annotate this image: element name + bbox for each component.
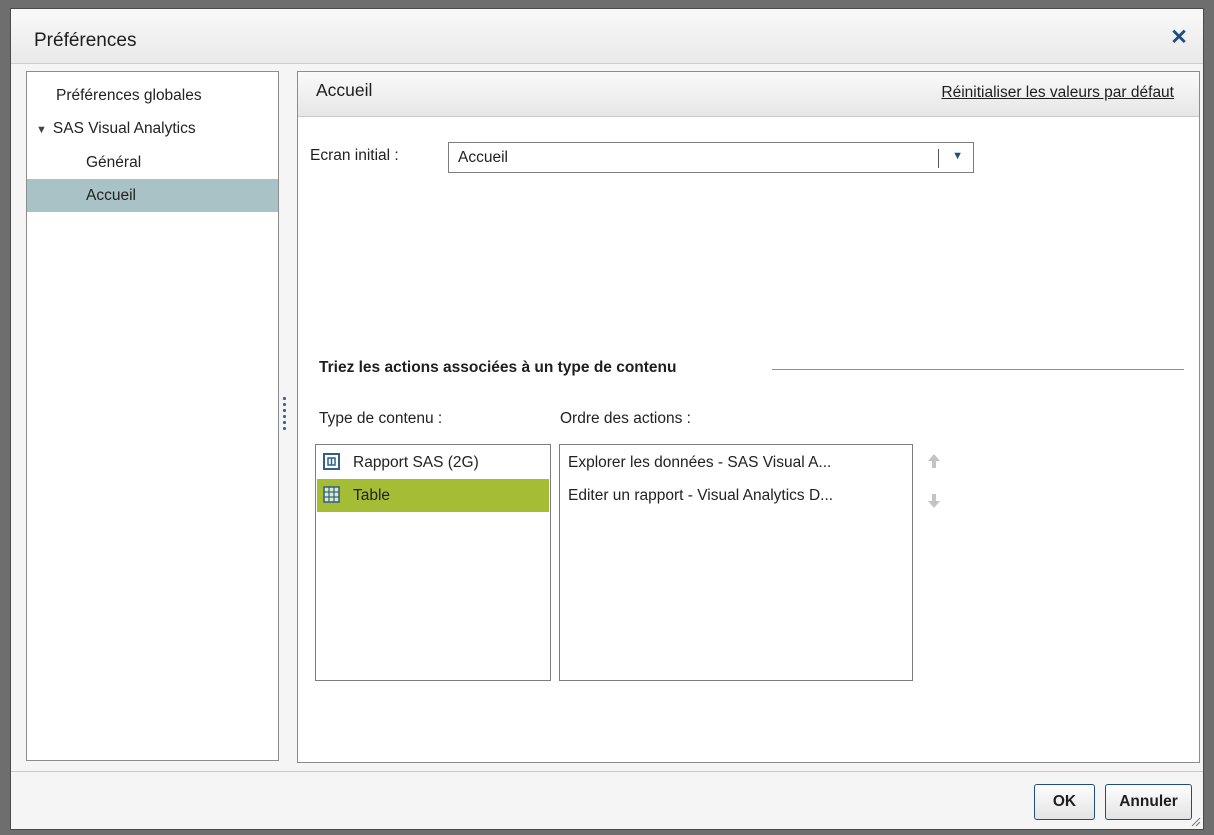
- list-item-label: Explorer les données - SAS Visual A...: [568, 454, 832, 471]
- combo-separator: [938, 149, 939, 168]
- initial-screen-select[interactable]: Accueil ▼: [448, 142, 974, 173]
- footer-divider: [11, 771, 1203, 772]
- cancel-button[interactable]: Annuler: [1105, 784, 1192, 820]
- section-title: Accueil: [316, 80, 373, 100]
- content-type-list[interactable]: Rapport SAS (2G) Table: [315, 444, 551, 681]
- chevron-down-icon[interactable]: ▼: [952, 150, 963, 162]
- arrow-up-icon[interactable]: [926, 452, 942, 470]
- expand-triangle-icon[interactable]: ▼: [36, 114, 47, 147]
- initial-screen-value: Accueil: [458, 149, 508, 166]
- initial-screen-label: Ecran initial :: [310, 147, 399, 164]
- list-item-label: Table: [353, 487, 391, 504]
- nav-item-label: Général: [86, 154, 142, 171]
- arrow-down-icon[interactable]: [926, 492, 942, 510]
- list-item-rapport-sas[interactable]: Rapport SAS (2G): [317, 446, 549, 479]
- resize-grip-icon[interactable]: [1189, 815, 1201, 827]
- content-header: Accueil Réinitialiser les valeurs par dé…: [298, 72, 1199, 117]
- nav-item-sas-visual-analytics[interactable]: ▼ SAS Visual Analytics: [27, 112, 278, 145]
- action-order-list[interactable]: Explorer les données - SAS Visual A... E…: [559, 444, 913, 681]
- dialog-titlebar[interactable]: Préférences ✕: [11, 9, 1203, 64]
- nav-item-accueil[interactable]: Accueil: [27, 179, 278, 212]
- report-icon: [323, 453, 340, 470]
- splitter-handle[interactable]: [283, 397, 286, 435]
- dialog-title: Préférences: [34, 30, 137, 51]
- nav-item-label: Accueil: [86, 187, 136, 204]
- close-icon[interactable]: ✕: [1169, 27, 1189, 48]
- list-item-table[interactable]: Table: [317, 479, 549, 512]
- list-item-label: Editer un rapport - Visual Analytics D..…: [568, 487, 834, 504]
- group-divider: [772, 369, 1184, 370]
- nav-item-general[interactable]: Général: [27, 146, 278, 179]
- ok-button[interactable]: OK: [1034, 784, 1095, 820]
- preferences-nav-tree: Préférences globales ▼ SAS Visual Analyti…: [26, 71, 279, 761]
- sort-group-title: Triez les actions associées à un type de…: [319, 359, 677, 376]
- nav-item-label: Préférences globales: [56, 87, 202, 104]
- content-type-label: Type de contenu :: [319, 410, 443, 427]
- reset-defaults-link[interactable]: Réinitialiser les valeurs par défaut: [941, 84, 1174, 102]
- list-item-action[interactable]: Editer un rapport - Visual Analytics D..…: [561, 479, 911, 512]
- action-order-label: Ordre des actions :: [560, 410, 691, 427]
- content-panel: Accueil Réinitialiser les valeurs par dé…: [297, 71, 1200, 763]
- list-item-action[interactable]: Explorer les données - SAS Visual A...: [561, 446, 911, 479]
- table-icon: [323, 486, 340, 503]
- nav-item-label: SAS Visual Analytics: [52, 120, 196, 137]
- nav-item-global-preferences[interactable]: Préférences globales: [27, 79, 278, 112]
- preferences-dialog: Préférences ✕ Préférences globales ▼ SAS …: [10, 8, 1204, 830]
- list-item-label: Rapport SAS (2G): [353, 454, 479, 471]
